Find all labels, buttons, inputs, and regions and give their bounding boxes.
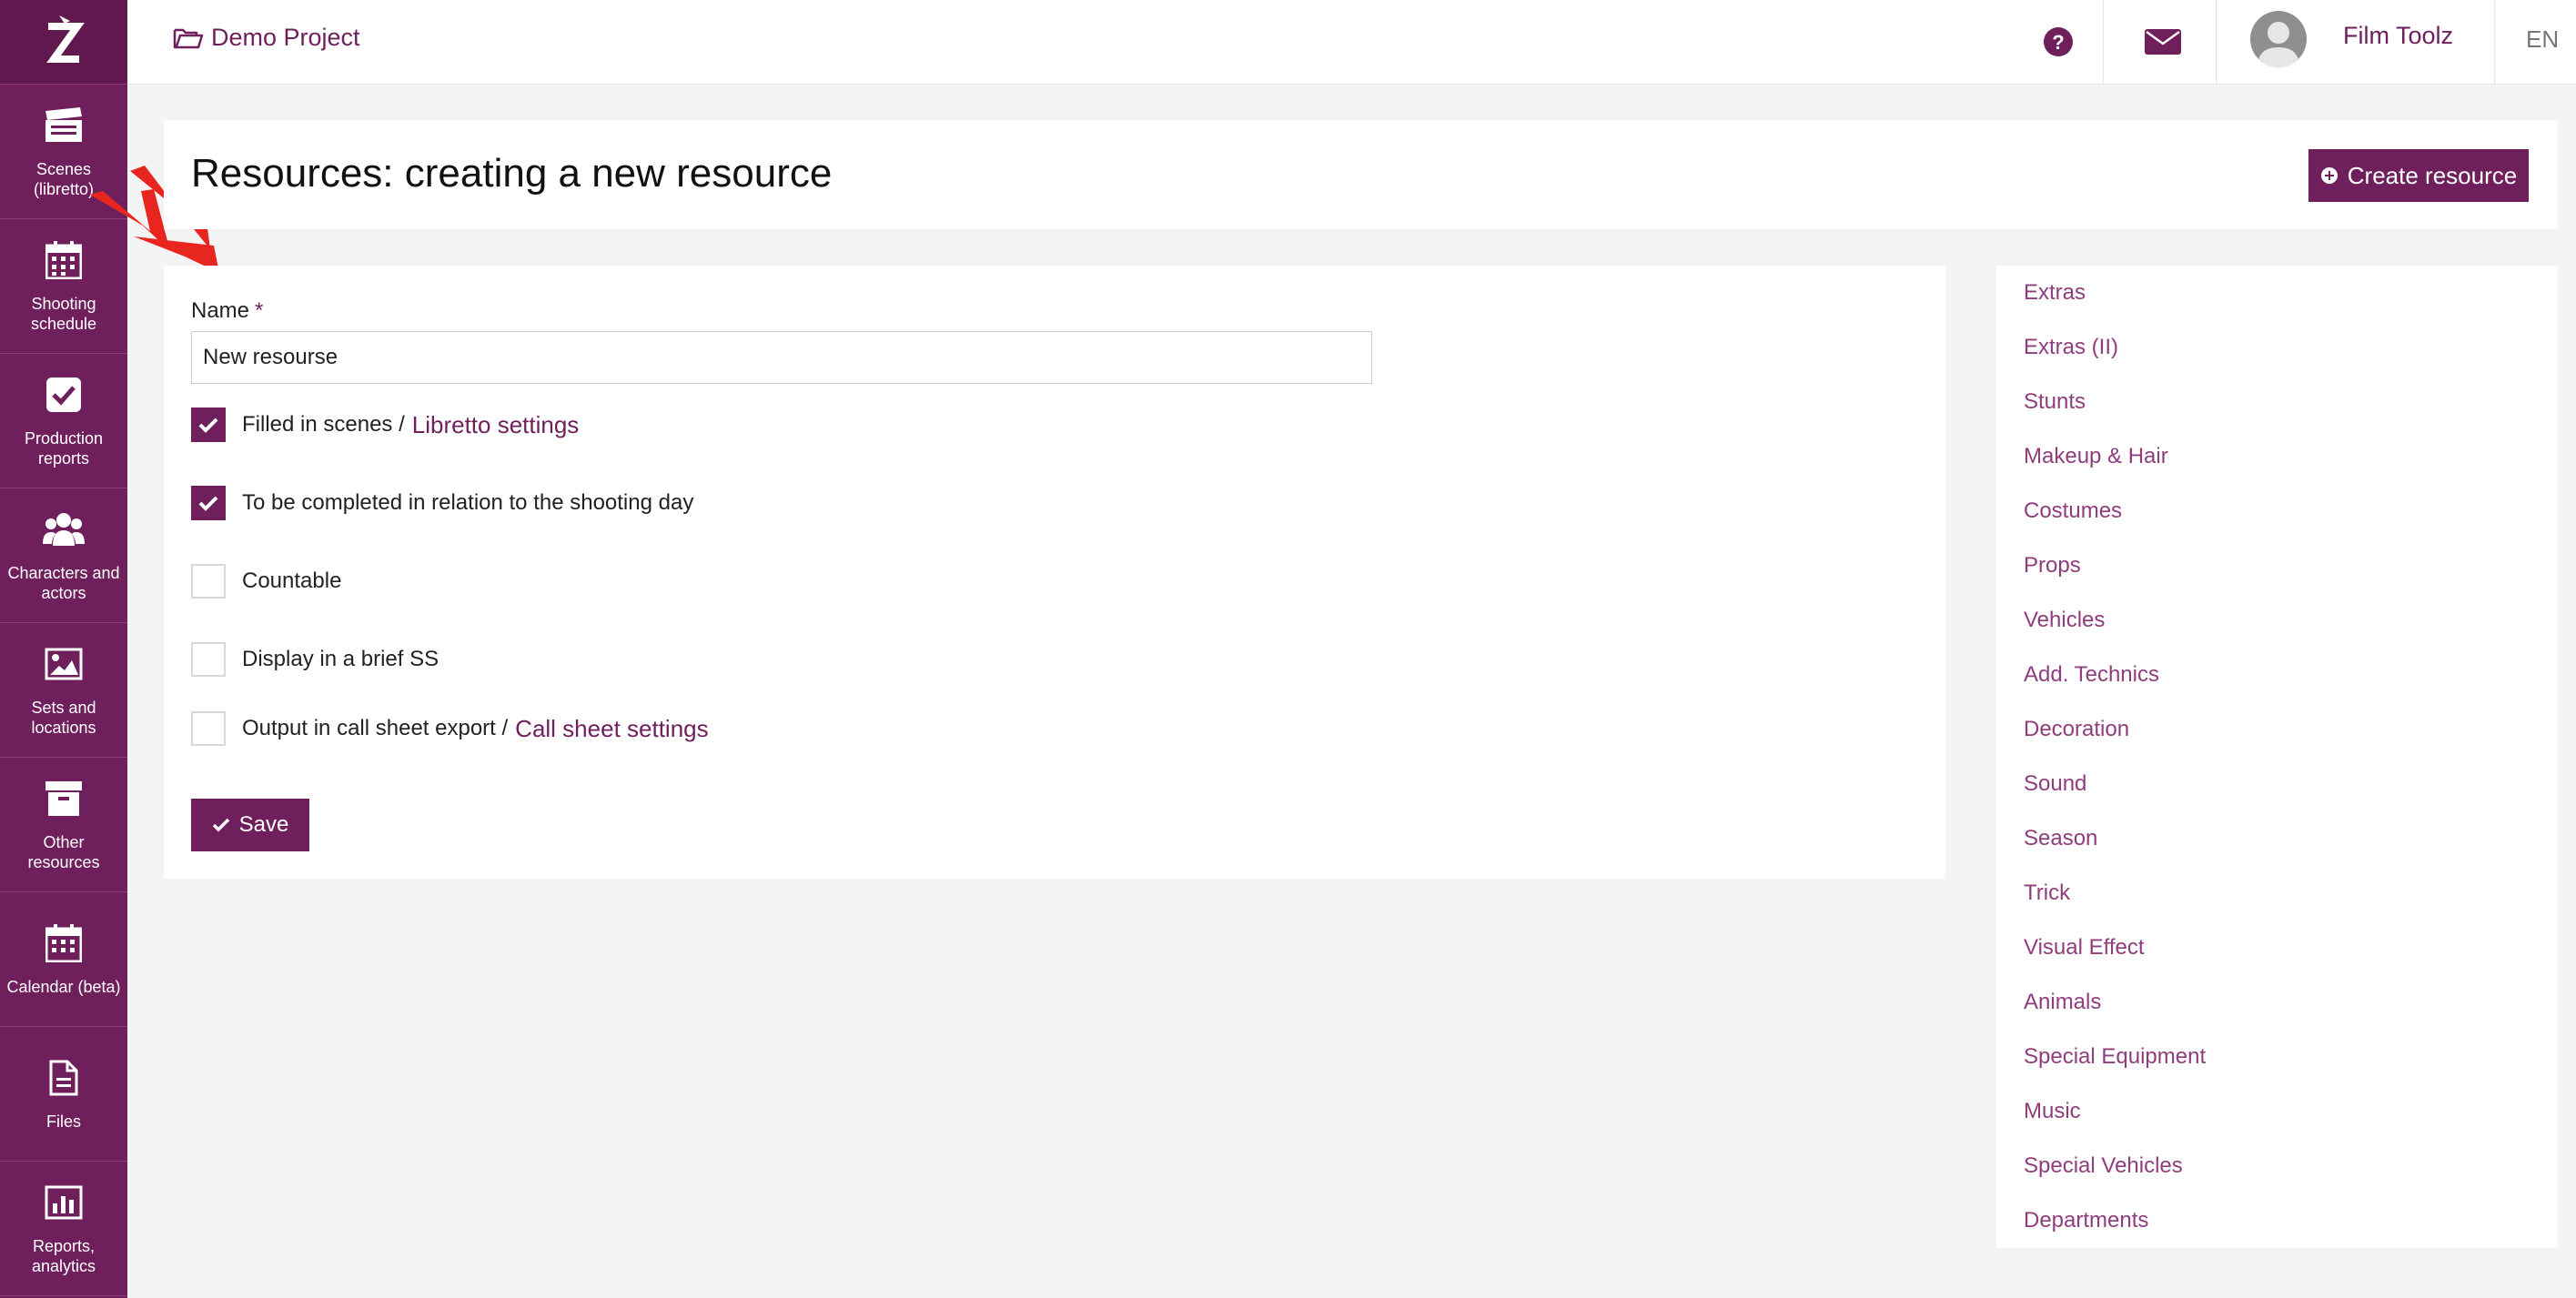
resource-link-music[interactable]: Music <box>2024 1099 2081 1124</box>
name-input[interactable] <box>191 331 1372 384</box>
resource-link-trick[interactable]: Trick <box>2024 880 2070 906</box>
checkbox-label: Countable <box>242 569 342 593</box>
resource-link-special-equipment[interactable]: Special Equipment <box>2024 1044 2206 1070</box>
checkbox-label: Output in call sheet export / <box>242 716 509 740</box>
project-breadcrumb[interactable]: Demo Project <box>173 24 360 52</box>
topbar: Demo Project ? Film Toolz EN <box>127 0 2576 85</box>
resource-link-special-vehicles[interactable]: Special Vehicles <box>2024 1153 2183 1179</box>
app-logo[interactable] <box>0 0 127 85</box>
resource-link-season[interactable]: Season <box>2024 826 2097 851</box>
svg-text:?: ? <box>2052 31 2064 54</box>
resource-link-vehicles[interactable]: Vehicles <box>2024 608 2105 633</box>
topbar-divider <box>2103 0 2104 84</box>
topbar-divider <box>2216 0 2217 84</box>
brief-ss-checkbox[interactable] <box>191 642 226 677</box>
filled-in-scenes-checkbox[interactable] <box>191 408 226 442</box>
messages-button[interactable] <box>2136 0 2190 84</box>
clapperboard-icon <box>43 105 85 146</box>
sidebar-item-calendar[interactable]: Calendar (beta) <box>0 892 127 1027</box>
help-button[interactable]: ? <box>2031 0 2086 84</box>
sidebar-item-production-reports[interactable]: Production reports <box>0 354 127 488</box>
sidebar-item-label: Shooting schedule <box>30 294 97 333</box>
resource-link-stunts[interactable]: Stunts <box>2024 389 2086 415</box>
checkbox-row-countable: Countable <box>191 564 341 599</box>
save-button[interactable]: Save <box>191 799 309 851</box>
call-sheet-checkbox[interactable] <box>191 711 226 746</box>
libretto-settings-link[interactable]: Libretto settings <box>412 411 580 439</box>
users-icon <box>43 508 85 550</box>
checkbox-label: Display in a brief SS <box>242 647 439 671</box>
checkbox-label: To be completed in relation to the shoot… <box>242 490 694 515</box>
language-switcher[interactable]: EN <box>2526 25 2559 54</box>
sidebar-item-label: Calendar (beta) <box>6 977 121 996</box>
create-resource-button[interactable]: Create resource <box>2308 149 2529 202</box>
save-label: Save <box>238 812 289 837</box>
sidebar-item-label: Sets and locations <box>31 698 96 737</box>
resource-link-visual-effect[interactable]: Visual Effect <box>2024 935 2145 961</box>
name-field-label: Name * <box>191 298 263 324</box>
sidebar-item-reports[interactable]: Reports, analytics <box>0 1162 127 1296</box>
sidebar-item-label: Other resources <box>27 832 100 871</box>
logo-icon <box>46 15 85 63</box>
resource-link-props[interactable]: Props <box>2024 553 2081 579</box>
topbar-divider <box>2494 0 2495 84</box>
create-resource-label: Create resource <box>2347 161 2518 189</box>
resource-link-makeup-hair[interactable]: Makeup & Hair <box>2024 444 2168 469</box>
sidebar-item-sets[interactable]: Sets and locations <box>0 623 127 758</box>
name-label-text: Name <box>191 298 250 323</box>
avatar[interactable] <box>2250 11 2307 67</box>
image-icon <box>43 643 85 685</box>
call-sheet-settings-link[interactable]: Call sheet settings <box>515 715 708 743</box>
resource-link-sound[interactable]: Sound <box>2024 771 2086 797</box>
sidebar-item-label: Production reports <box>24 428 104 468</box>
plus-circle-icon <box>2320 167 2338 184</box>
checkmark-icon <box>198 418 218 433</box>
file-icon <box>43 1057 85 1099</box>
user-name[interactable]: Film Toolz <box>2343 22 2453 50</box>
check-icon <box>212 818 229 832</box>
sidebar-item-files[interactable]: Files <box>0 1027 127 1162</box>
project-name: Demo Project <box>211 24 360 51</box>
resource-link-animals[interactable]: Animals <box>2024 990 2101 1015</box>
sidebar-item-other-resources[interactable]: Other resources <box>0 758 127 892</box>
shooting-day-checkbox[interactable] <box>191 486 226 520</box>
folder-open-icon <box>173 28 204 48</box>
archive-box-icon <box>43 778 85 820</box>
checkmark-icon <box>198 496 218 511</box>
required-mark: * <box>255 298 264 323</box>
calendar-grid-icon <box>43 239 85 281</box>
countable-checkbox[interactable] <box>191 564 226 599</box>
checkbox-label: Filled in scenes / <box>242 412 405 437</box>
user-avatar-icon <box>2258 22 2299 67</box>
resource-link-extras[interactable]: Extras <box>2024 280 2086 306</box>
checkbox-row-call-sheet: Output in call sheet export / Call sheet… <box>191 711 709 746</box>
check-square-icon <box>43 374 85 416</box>
checkbox-row-brief-ss: Display in a brief SS <box>191 642 439 677</box>
calendar-icon <box>43 922 85 964</box>
bar-chart-icon <box>43 1182 85 1223</box>
page-title: Resources: creating a new resource <box>191 151 833 196</box>
resource-form: Name* Filled in scenes / Libretto settin… <box>164 266 1945 879</box>
sidebar-item-label: Characters and actors <box>7 563 120 602</box>
sidebar-item-label: Reports, analytics <box>31 1236 96 1275</box>
resource-link-decoration[interactable]: Decoration <box>2024 717 2129 742</box>
resource-link-costumes[interactable]: Costumes <box>2024 498 2122 524</box>
resource-link-add-technics[interactable]: Add. Technics <box>2024 662 2159 688</box>
question-circle-icon: ? <box>2044 27 2073 56</box>
sidebar-item-label: Files <box>45 1112 81 1131</box>
checkbox-row-shooting-day: To be completed in relation to the shoot… <box>191 486 693 520</box>
checkbox-row-filled-in-scenes: Filled in scenes / Libretto settings <box>191 408 579 442</box>
resource-link-departments[interactable]: Departments <box>2024 1208 2148 1233</box>
resource-type-list: Extras Extras (II) Stunts Makeup & Hair … <box>1996 266 2558 1248</box>
envelope-icon <box>2145 29 2181 55</box>
page-header: Resources: creating a new resource Creat… <box>164 120 2558 229</box>
sidebar-item-characters[interactable]: Characters and actors <box>0 488 127 623</box>
resource-link-extras-ii[interactable]: Extras (II) <box>2024 335 2118 360</box>
